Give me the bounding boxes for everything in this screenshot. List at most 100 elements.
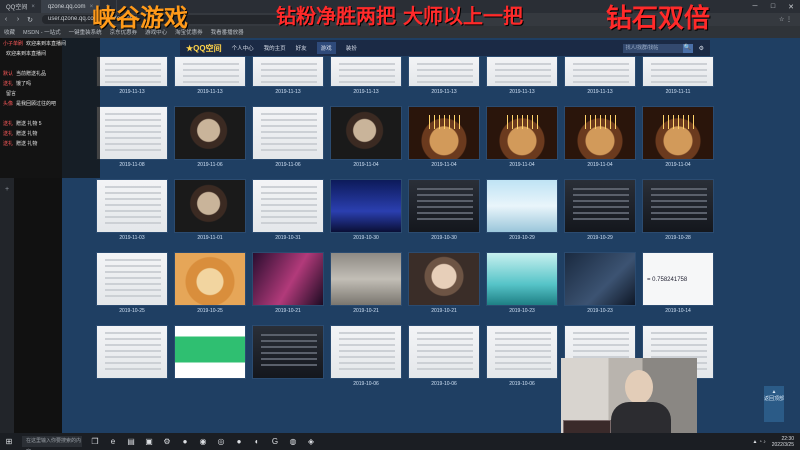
- photo-thumbnail[interactable]: [252, 56, 324, 87]
- reload-icon[interactable]: ↻: [24, 16, 36, 24]
- photo-item[interactable]: 2019-11-04: [486, 106, 558, 168]
- photo-item[interactable]: = 0.758241758 2019-10-14: [642, 252, 714, 314]
- edge-icon[interactable]: e: [104, 433, 122, 450]
- photo-item[interactable]: 2019-11-13: [564, 56, 636, 95]
- settings-icon[interactable]: ⚙: [699, 45, 704, 52]
- photo-item[interactable]: 2019-10-21: [408, 252, 480, 314]
- photo-item[interactable]: 2019-11-13: [174, 56, 246, 95]
- photo-thumbnail[interactable]: [252, 179, 324, 233]
- photo-thumbnail[interactable]: [96, 325, 168, 379]
- photo-item[interactable]: 2019-11-03: [96, 179, 168, 241]
- network-icon[interactable]: ▲ ◔ ♪: [753, 439, 766, 445]
- photo-item[interactable]: 2019-10-06: [330, 325, 402, 387]
- photo-thumbnail[interactable]: [330, 56, 402, 87]
- maximize-icon[interactable]: □: [764, 0, 782, 13]
- close-icon[interactable]: ×: [31, 4, 35, 10]
- photo-item[interactable]: 2019-11-11: [642, 56, 714, 95]
- photo-item[interactable]: 2019-11-04: [564, 106, 636, 168]
- photo-thumbnail[interactable]: [408, 56, 480, 87]
- photo-thumbnail[interactable]: [642, 106, 714, 160]
- photo-thumbnail[interactable]: = 0.758241758: [642, 252, 714, 306]
- photo-item[interactable]: 2019-11-13: [486, 56, 558, 95]
- photo-thumbnail[interactable]: [564, 56, 636, 87]
- photo-item[interactable]: 2019-11-04: [330, 106, 402, 168]
- photo-thumbnail[interactable]: [408, 106, 480, 160]
- photo-item[interactable]: [96, 325, 168, 387]
- chat-username[interactable]: 送礼: [3, 80, 13, 87]
- add-icon[interactable]: +: [0, 186, 14, 193]
- photo-thumbnail[interactable]: [96, 56, 168, 87]
- photo-item[interactable]: 2019-10-06: [408, 325, 480, 387]
- app-icon[interactable]: ◎: [212, 433, 230, 450]
- bookmark-item[interactable]: 我看番播放器: [211, 28, 244, 36]
- store-icon[interactable]: ▣: [140, 433, 158, 450]
- photo-item[interactable]: 2019-10-25: [96, 252, 168, 314]
- photo-thumbnail[interactable]: [174, 56, 246, 87]
- photo-thumbnail[interactable]: [486, 252, 558, 306]
- clock[interactable]: 22:30 2022/3/25: [772, 436, 794, 448]
- nav-friends[interactable]: 好友: [296, 44, 307, 52]
- task-view-icon[interactable]: ❐: [86, 433, 104, 450]
- photo-thumbnail[interactable]: [486, 106, 558, 160]
- photo-item[interactable]: 2019-11-13: [96, 56, 168, 95]
- photo-thumbnail[interactable]: [330, 106, 402, 160]
- photo-item[interactable]: [252, 325, 324, 387]
- photo-item[interactable]: 2019-10-29: [486, 179, 558, 241]
- bookmark-item[interactable]: MSDN - 一站式: [23, 28, 61, 36]
- photo-item[interactable]: 2019-11-08: [96, 106, 168, 168]
- photo-thumbnail[interactable]: [486, 179, 558, 233]
- photo-thumbnail[interactable]: [252, 325, 324, 379]
- photo-thumbnail[interactable]: [642, 179, 714, 233]
- app-icon[interactable]: ●: [176, 433, 194, 450]
- photo-item[interactable]: 2019-10-29: [564, 179, 636, 241]
- chrome-icon[interactable]: ◍: [284, 433, 302, 450]
- bookmark-item[interactable]: 收藏: [4, 28, 15, 36]
- photo-item[interactable]: 2019-11-04: [408, 106, 480, 168]
- chat-username[interactable]: 送礼: [3, 130, 13, 137]
- photo-thumbnail[interactable]: [96, 179, 168, 233]
- chat-username[interactable]: 头像: [3, 100, 13, 107]
- photo-item[interactable]: 2019-10-25: [174, 252, 246, 314]
- photo-thumbnail[interactable]: [330, 325, 402, 379]
- photo-thumbnail[interactable]: [174, 252, 246, 306]
- qzone-logo[interactable]: ★QQ空间: [186, 43, 222, 54]
- photo-thumbnail[interactable]: [564, 106, 636, 160]
- settings-icon[interactable]: ⚙: [158, 433, 176, 450]
- browser-tab-1[interactable]: QQ空间 ×: [0, 0, 42, 13]
- forward-icon[interactable]: ›: [12, 16, 24, 23]
- address-actions[interactable]: ☆ ⋮: [779, 16, 792, 23]
- minimize-icon[interactable]: ─: [746, 0, 764, 13]
- photo-item[interactable]: 2019-10-21: [330, 252, 402, 314]
- app-icon[interactable]: ◉: [194, 433, 212, 450]
- photo-item[interactable]: 2019-10-28: [642, 179, 714, 241]
- qzone-search-input[interactable]: 找人/找群/找帖: [622, 43, 683, 53]
- photo-item[interactable]: 2019-10-31: [252, 179, 324, 241]
- photo-item[interactable]: 2019-11-01: [174, 179, 246, 241]
- taskbar-search[interactable]: 在这里输入你要搜索的内容: [22, 436, 82, 450]
- folder-icon[interactable]: ▤: [122, 433, 140, 450]
- nav-decoration[interactable]: 装扮: [346, 44, 357, 52]
- photo-item[interactable]: 2019-10-30: [330, 179, 402, 241]
- photo-thumbnail[interactable]: [564, 252, 636, 306]
- photo-item[interactable]: [174, 325, 246, 387]
- nav-my-home[interactable]: 我的主页: [264, 44, 286, 52]
- photo-thumbnail[interactable]: [174, 325, 246, 379]
- windows-start-icon[interactable]: ⊞: [0, 433, 18, 450]
- chat-username[interactable]: 小子单刷: [3, 40, 23, 47]
- back-icon[interactable]: ‹: [0, 16, 12, 23]
- photo-thumbnail[interactable]: [486, 56, 558, 87]
- photo-item[interactable]: 2019-11-13: [408, 56, 480, 95]
- photo-item[interactable]: 2019-11-13: [330, 56, 402, 95]
- photo-thumbnail[interactable]: [174, 179, 246, 233]
- nav-games[interactable]: 游戏: [316, 42, 336, 54]
- photo-item[interactable]: 2019-10-06: [486, 325, 558, 387]
- chat-username[interactable]: 送礼: [3, 120, 13, 127]
- photo-thumbnail[interactable]: [408, 325, 480, 379]
- close-window-icon[interactable]: ✕: [782, 0, 800, 13]
- photo-item[interactable]: 2019-10-21: [252, 252, 324, 314]
- photo-item[interactable]: 2019-11-06: [174, 106, 246, 168]
- photo-thumbnail[interactable]: [564, 179, 636, 233]
- photo-item[interactable]: 2019-11-06: [252, 106, 324, 168]
- photo-thumbnail[interactable]: [252, 106, 324, 160]
- photo-thumbnail[interactable]: [486, 325, 558, 379]
